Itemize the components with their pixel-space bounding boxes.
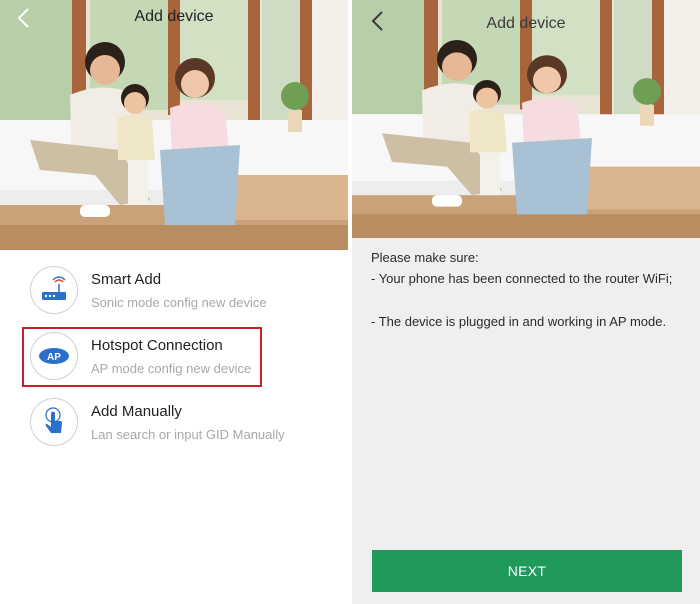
instruction-item: - Your phone has been connected to the r… (371, 271, 673, 286)
option-smart-add[interactable]: Smart Add Sonic mode config new device (30, 266, 330, 322)
tap-hand-icon (30, 398, 78, 446)
instructions-heading: Please make sure: (371, 250, 479, 265)
right-header: Add device (352, 0, 700, 36)
left-header: Add device (0, 0, 348, 36)
instruction-item: - The device is plugged in and working i… (371, 314, 667, 329)
family-hero-image (0, 0, 348, 250)
option-add-manually[interactable]: Add Manually Lan search or input GID Man… (30, 398, 330, 454)
right-screen: Add device Please make sure: - Your phon… (352, 0, 700, 604)
router-icon (30, 266, 78, 314)
option-title: Add Manually (91, 403, 182, 420)
option-subtitle: Sonic mode config new device (91, 295, 267, 310)
option-title: Smart Add (91, 271, 162, 288)
highlight-box (22, 327, 262, 387)
left-screen: Add device Smart Add Sonic mode config n… (0, 0, 348, 604)
page-title: Add device (134, 8, 214, 25)
option-subtitle: Lan search or input GID Manually (91, 427, 285, 442)
next-button[interactable]: NEXT (372, 550, 682, 592)
page-title: Add device (486, 15, 566, 32)
